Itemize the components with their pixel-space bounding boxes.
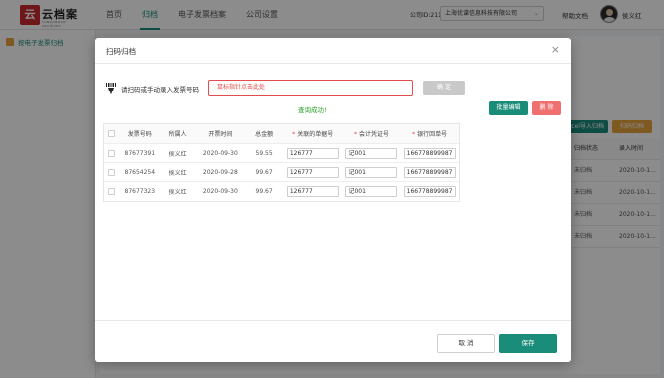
confirm-button[interactable]: 确 定 [423,81,465,95]
table-row[interactable]: 87677391 侯义红 2020-09-30 59.55 126777 记00… [104,144,459,163]
save-button[interactable]: 保存 [499,334,557,353]
voucher-no-input[interactable]: 记001 [345,186,398,197]
owner-cell: 侯义红 [168,150,187,158]
total-amount-cell: 99.67 [255,168,273,176]
delete-button[interactable]: 删 除 [532,101,561,115]
required-marker: * [353,131,357,138]
success-message: 查询成功! [298,106,327,114]
column-header-owner: 所属人 [168,131,187,138]
voucher-no-input[interactable]: 记001 [345,166,398,178]
invoice-table: 发票号码 所属人 开票时间 总金额 * 关联的单据号 * 会计凭证号 * 银行回单号 … [103,123,460,202]
invoice-no-cell: 87677391 [124,149,156,157]
voucher-no-cell: 记001 [343,166,401,178]
voucher-no-cell: 记001 [343,186,401,197]
column-header-invoice-no: 发票号码 [127,131,152,138]
issue-time-cell: 2020-09-30 [202,149,238,157]
related-doc-no-cell: 126777 [283,147,343,159]
row-checkbox[interactable] [108,149,116,157]
table-row[interactable]: 87677323 侯义红 2020-09-30 99.67 126777 记00… [104,182,459,201]
close-icon[interactable]: × [551,44,560,56]
bank-receipt-no-input[interactable]: 166778899987 [403,186,456,197]
row-checkbox[interactable] [108,168,116,176]
total-amount-cell: 99.67 [255,188,273,195]
row-checkbox[interactable] [108,188,116,195]
select-all-checkbox[interactable] [108,130,116,137]
invoice-no-cell: 87677323 [124,188,156,195]
related-doc-no-input[interactable]: 126777 [286,147,339,159]
bank-receipt-no-input[interactable]: 166778899987 [403,147,456,159]
column-header-related-doc-no: * 关联的单据号 [283,129,343,138]
barcode-scanner-icon [106,83,116,94]
voucher-no-cell: 记001 [343,147,401,159]
batch-edit-button[interactable]: 批量编辑 [489,101,528,115]
row-select-cell [104,149,120,157]
cancel-button[interactable]: 取 消 [437,334,495,353]
scan-label: 请扫码或手动录入发票号码 [121,86,199,94]
required-marker: * [412,131,416,138]
table-row[interactable]: 87654254 侯义红 2020-09-28 99.67 126777 记00… [104,163,459,182]
row-select-cell [104,168,120,176]
related-doc-no-cell: 126777 [283,186,343,197]
issue-time-cell: 2020-09-28 [202,168,238,176]
related-doc-no-cell: 126777 [283,166,343,178]
invoice-no-cell: 87654254 [124,168,156,176]
scan-archive-dialog: 扫码归档 × 请扫码或手动录入发票号码 鼠标指针点击此处 确 定 查询成功! 批… [95,38,571,362]
row-select-cell [104,188,120,195]
bank-receipt-no-cell: 166778899987 [400,147,459,159]
dialog-title: 扫码归档 [106,47,136,56]
owner-cell: 侯义红 [168,169,187,177]
dialog-header: 扫码归档 × [95,38,571,64]
column-header-label: 会计凭证号 [358,131,389,138]
required-marker: * [292,131,296,138]
column-header-label: 关联的单据号 [297,131,334,138]
column-header-issue-time: 开票时间 [208,131,233,138]
dialog-footer: 取 消 保存 [95,320,571,362]
bank-receipt-no-cell: 166778899987 [400,166,459,178]
issue-time-cell: 2020-09-30 [202,188,238,195]
bank-receipt-no-cell: 166778899987 [400,186,459,197]
voucher-no-input[interactable]: 记001 [345,147,398,159]
column-header-bank-receipt-no: * 银行回单号 [400,129,459,138]
related-doc-no-input[interactable]: 126777 [286,186,339,197]
column-header-label: 银行回单号 [417,131,448,138]
select-all-cell [104,130,120,137]
total-amount-cell: 59.55 [255,149,273,157]
related-doc-no-input[interactable]: 126777 [286,166,339,178]
bank-receipt-no-input[interactable]: 166778899987 [403,166,456,178]
column-header-voucher-no: * 会计凭证号 [343,129,401,138]
table-header-row: 发票号码 所属人 开票时间 总金额 * 关联的单据号 * 会计凭证号 * 银行回单号 [104,124,459,144]
invoice-number-input[interactable]: 鼠标指针点击此处 [208,80,413,96]
owner-cell: 侯义红 [168,189,187,196]
column-header-total-amount: 总金额 [255,131,274,138]
